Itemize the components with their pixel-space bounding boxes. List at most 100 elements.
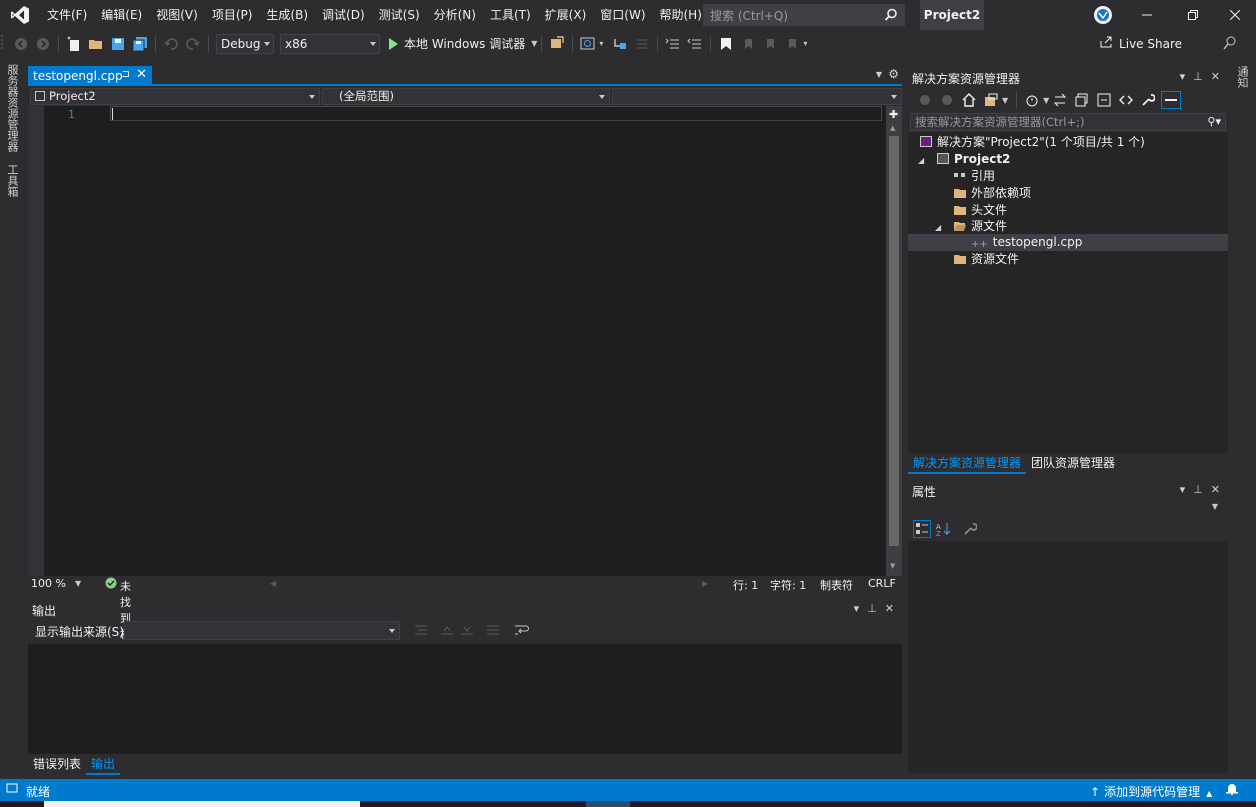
line-ending[interactable]: CRLF bbox=[868, 577, 896, 590]
chevron-down-icon[interactable]: ▼ bbox=[1043, 96, 1049, 105]
close-panel-icon[interactable]: ✕ bbox=[885, 602, 894, 615]
tab-list-dropdown-icon[interactable]: ▼ bbox=[876, 70, 882, 79]
close-tab-icon[interactable]: ✕ bbox=[136, 67, 147, 82]
menu-debug[interactable]: 调试(D) bbox=[315, 0, 372, 30]
scroll-down-icon[interactable]: ▼ bbox=[890, 562, 895, 570]
menu-analyze[interactable]: 分析(N) bbox=[427, 0, 483, 30]
tree-item-solution[interactable]: 解决方案"Project2"(1 个项目/共 1 个) bbox=[920, 134, 1145, 151]
menu-help[interactable]: 帮助(H) bbox=[653, 0, 709, 30]
refresh-icon[interactable] bbox=[1073, 91, 1091, 109]
indicator-margin[interactable] bbox=[28, 106, 44, 576]
attach-process-icon[interactable] bbox=[548, 35, 566, 53]
property-pages-icon[interactable] bbox=[961, 520, 979, 538]
menu-view[interactable]: 视图(V) bbox=[149, 0, 205, 30]
format-icon[interactable] bbox=[633, 35, 651, 53]
collapse-all-icon[interactable] bbox=[1095, 91, 1113, 109]
close-panel-icon[interactable]: ✕ bbox=[1211, 483, 1220, 496]
output-source-select[interactable] bbox=[124, 621, 400, 640]
split-window-icon[interactable]: ✚ bbox=[889, 108, 898, 121]
menu-tools[interactable]: 工具(T) bbox=[483, 0, 538, 30]
prev-message-icon[interactable] bbox=[440, 624, 454, 639]
editor-tab-testopengl[interactable]: testopengl.cpp ⊐ ✕ bbox=[28, 66, 152, 86]
toolbox-tab[interactable]: 工具箱 bbox=[4, 164, 20, 197]
source-control-button[interactable]: ↑ 添加到源代码管理 ▲ bbox=[1090, 783, 1212, 800]
tabs-mode[interactable]: 制表符 bbox=[820, 577, 853, 593]
categorized-icon[interactable] bbox=[913, 520, 931, 538]
forward-icon[interactable] bbox=[938, 91, 956, 109]
uncomment-lines-icon[interactable] bbox=[686, 35, 704, 53]
preview-selected-icon[interactable] bbox=[1161, 91, 1182, 109]
minimize-icon[interactable] bbox=[1124, 0, 1170, 30]
panel-menu-icon[interactable]: ▾ bbox=[1180, 70, 1186, 83]
solution-platform-select[interactable]: x86 bbox=[280, 33, 380, 54]
chevron-down-icon[interactable]: ▼ bbox=[1002, 96, 1008, 105]
menu-build[interactable]: 生成(B) bbox=[259, 0, 315, 30]
new-project-icon[interactable] bbox=[65, 35, 83, 53]
tree-item-resource-files[interactable]: 资源文件 bbox=[954, 251, 1019, 268]
visual-studio-logo-icon[interactable] bbox=[0, 0, 40, 30]
pin-icon[interactable]: ⊥ bbox=[1193, 483, 1203, 496]
tree-item-source-files[interactable]: 源文件 bbox=[954, 218, 1007, 235]
menu-project[interactable]: 项目(P) bbox=[205, 0, 260, 30]
scroll-up-icon[interactable]: ▲ bbox=[890, 124, 895, 132]
next-message-icon[interactable] bbox=[460, 624, 474, 639]
project-scope-select[interactable]: Project2 bbox=[30, 88, 320, 105]
chevron-down-icon[interactable]: ▼ bbox=[75, 579, 81, 588]
browser-link-icon[interactable] bbox=[579, 35, 597, 53]
menu-edit[interactable]: 编辑(E) bbox=[94, 0, 149, 30]
tab-solution-explorer[interactable]: 解决方案资源管理器 bbox=[908, 454, 1027, 474]
menu-window[interactable]: 窗口(W) bbox=[593, 0, 652, 30]
tree-item-testopengl-cpp[interactable]: ++ testopengl.cpp bbox=[908, 234, 1228, 251]
output-window-icon[interactable] bbox=[6, 782, 18, 797]
word-wrap-icon[interactable] bbox=[514, 623, 530, 640]
scroll-right-icon[interactable]: ▶ bbox=[702, 579, 708, 588]
menu-file[interactable]: 文件(F) bbox=[40, 0, 94, 30]
editor-vertical-scrollbar[interactable]: ✚ ▲ ▼ bbox=[886, 106, 902, 576]
tab-output[interactable]: 输出 bbox=[86, 755, 121, 775]
start-debugging-button[interactable]: 本地 Windows 调试器 ▼ bbox=[389, 35, 537, 52]
tab-error-list[interactable]: 错误列表 bbox=[28, 755, 86, 775]
toolbar-overflow-icon[interactable]: ▾ bbox=[803, 39, 807, 48]
home-icon[interactable] bbox=[960, 91, 978, 109]
scrollbar-thumb[interactable] bbox=[889, 136, 899, 546]
quick-search-input[interactable]: 搜索 (Ctrl+Q) bbox=[703, 4, 905, 26]
bookmark-icon[interactable] bbox=[717, 35, 735, 53]
panel-menu-icon[interactable]: ▾ bbox=[854, 602, 860, 615]
output-text-area[interactable] bbox=[28, 644, 902, 754]
tree-item-external-dependencies[interactable]: 外部依赖项 bbox=[954, 185, 1031, 202]
zoom-level[interactable]: 100 % bbox=[31, 577, 66, 590]
navigate-back-icon[interactable] bbox=[12, 35, 30, 53]
pin-icon[interactable]: ⊥ bbox=[867, 602, 877, 615]
step-into-icon[interactable] bbox=[611, 35, 629, 53]
solution-configuration-select[interactable]: Debug bbox=[216, 33, 274, 54]
open-file-icon[interactable] bbox=[87, 35, 105, 53]
issues-indicator[interactable]: 未找到相关问题 bbox=[105, 577, 131, 689]
server-explorer-tab[interactable]: 服务器资源管理器 bbox=[4, 64, 20, 152]
feedback-icon[interactable] bbox=[1222, 35, 1238, 54]
toolbar-grip[interactable] bbox=[0, 33, 10, 54]
close-window-icon[interactable] bbox=[1212, 0, 1256, 30]
taskbar-search-segment[interactable] bbox=[44, 801, 360, 807]
clear-all-icon[interactable] bbox=[486, 624, 500, 639]
notifications-tab[interactable]: 通知 bbox=[1234, 66, 1250, 88]
live-share-button[interactable]: Live Share bbox=[1099, 30, 1182, 57]
undo-icon[interactable] bbox=[162, 35, 180, 53]
pin-icon[interactable]: ⊐ bbox=[122, 69, 130, 80]
find-message-icon[interactable] bbox=[414, 624, 428, 639]
gear-icon[interactable]: ⚙ bbox=[888, 67, 899, 81]
solution-explorer-search-input[interactable]: 搜索解决方案资源管理器(Ctrl+;) ⚲▾ bbox=[910, 113, 1226, 131]
save-icon[interactable] bbox=[109, 35, 127, 53]
global-scope-select[interactable]: (全局范围) bbox=[322, 88, 610, 105]
properties-grid[interactable] bbox=[908, 541, 1228, 773]
alphabetical-icon[interactable]: AZ bbox=[935, 520, 953, 538]
properties-object-select[interactable]: ▼ bbox=[908, 501, 1228, 515]
account-icon[interactable] bbox=[1080, 0, 1126, 30]
notifications-bell-icon[interactable] bbox=[1226, 782, 1238, 798]
restore-icon[interactable] bbox=[1170, 0, 1216, 30]
taskbar-app-segment[interactable] bbox=[586, 801, 630, 807]
clear-bookmarks-icon[interactable] bbox=[783, 35, 801, 53]
sync-icon[interactable] bbox=[1051, 91, 1069, 109]
next-bookmark-icon[interactable] bbox=[761, 35, 779, 53]
scroll-left-icon[interactable]: ◀ bbox=[270, 579, 276, 588]
expanded-chevron-icon[interactable]: ◢ bbox=[935, 223, 941, 232]
